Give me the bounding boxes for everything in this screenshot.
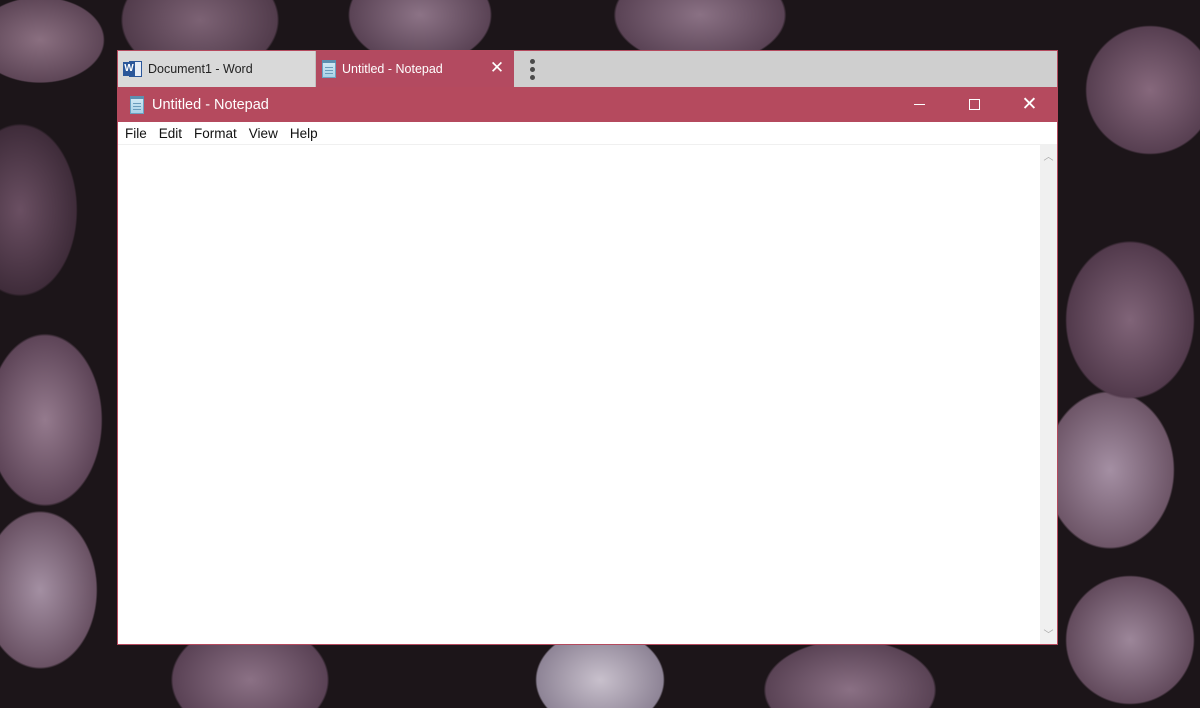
minimize-icon — [914, 104, 925, 105]
scroll-down-icon[interactable]: ﹀ — [1040, 625, 1057, 642]
tab-word-document[interactable]: W Document1 - Word — [118, 51, 316, 87]
tab-close-icon[interactable]: ✕ — [488, 59, 506, 77]
tab-label: Document1 - Word — [148, 62, 253, 76]
maximize-icon — [969, 99, 980, 110]
tab-strip: W Document1 - Word Untitled - Notepad ✕ — [118, 51, 1057, 87]
notepad-icon — [129, 95, 145, 114]
window-title: Untitled - Notepad — [152, 96, 269, 113]
vertical-scrollbar[interactable]: ︿ ﹀ — [1040, 145, 1057, 644]
menu-file[interactable]: File — [119, 124, 153, 143]
caption-buttons: ✕ — [892, 87, 1057, 122]
maximize-button[interactable] — [947, 87, 1002, 122]
tab-label: Untitled - Notepad — [342, 62, 443, 76]
notepad-icon — [321, 60, 337, 78]
close-icon: ✕ — [1021, 94, 1038, 115]
notepad-window: W Document1 - Word Untitled - Notepad ✕ … — [117, 50, 1058, 645]
menu-bar: File Edit Format View Help — [118, 122, 1057, 145]
menu-help[interactable]: Help — [284, 124, 324, 143]
minimize-button[interactable] — [892, 87, 947, 122]
text-editor[interactable] — [118, 145, 1040, 644]
title-bar[interactable]: Untitled - Notepad ✕ — [118, 87, 1057, 122]
more-vertical-icon[interactable] — [514, 51, 550, 87]
tab-notepad[interactable]: Untitled - Notepad ✕ — [316, 51, 514, 87]
menu-edit[interactable]: Edit — [153, 124, 188, 143]
word-icon: W — [123, 60, 143, 78]
close-button[interactable]: ✕ — [1002, 87, 1057, 122]
menu-format[interactable]: Format — [188, 124, 243, 143]
scroll-up-icon[interactable]: ︿ — [1040, 147, 1057, 164]
menu-view[interactable]: View — [243, 124, 284, 143]
